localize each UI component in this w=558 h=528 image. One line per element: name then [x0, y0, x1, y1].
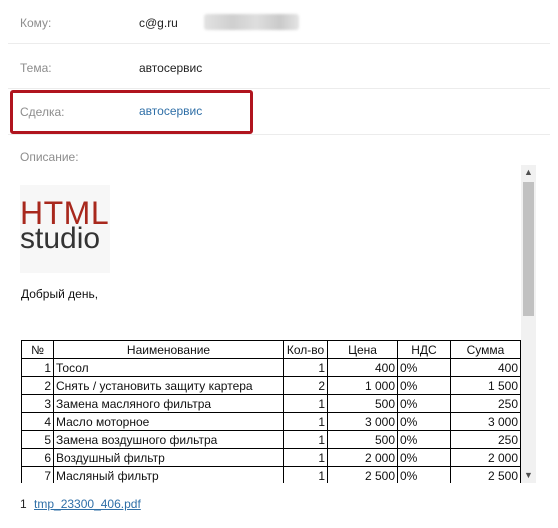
header-quantity: Кол-во	[283, 340, 328, 359]
cell-quantity: 1	[283, 358, 328, 377]
cell-name: Масляный фильтр	[53, 466, 284, 483]
cell-vat: 0%	[397, 430, 451, 449]
cell-sum: 400	[450, 358, 521, 377]
items-table: № Наименование Кол-во Цена НДС Сумма 1 Т…	[21, 340, 521, 483]
cell-number: 1	[21, 358, 54, 377]
header-name: Наименование	[53, 340, 284, 359]
header-sum: Сумма	[450, 340, 521, 359]
cell-number: 5	[21, 430, 54, 449]
cell-price: 1 000	[327, 376, 398, 395]
cell-number: 4	[21, 412, 54, 431]
deal-highlight-box	[10, 90, 253, 134]
chevron-down-icon[interactable]: ▼	[521, 468, 536, 483]
recipient-label: Кому:	[20, 16, 52, 30]
cell-number: 3	[21, 394, 54, 413]
cell-price: 500	[327, 430, 398, 449]
header-vat: НДС	[397, 340, 451, 359]
subject-value: автосервис	[139, 61, 203, 75]
cell-sum: 2 500	[450, 466, 521, 483]
cell-sum: 1 500	[450, 376, 521, 395]
cell-price: 3 000	[327, 412, 398, 431]
description-content: HTML studio Добрый день, № Наименование …	[9, 165, 522, 483]
cell-price: 2 500	[327, 466, 398, 483]
attachment-row: 1 tmp_23300_406.pdf	[20, 497, 141, 511]
cell-number: 2	[21, 376, 54, 395]
cell-vat: 0%	[397, 358, 451, 377]
table-row: 2 Снять / установить защиту картера 2 1 …	[21, 376, 521, 395]
cell-price: 2 000	[327, 448, 398, 467]
description-label: Описание:	[20, 150, 79, 164]
cell-vat: 0%	[397, 376, 451, 395]
attachment-link[interactable]: tmp_23300_406.pdf	[34, 497, 141, 511]
table-row: 4 Масло моторное 1 3 000 0% 3 000	[21, 412, 521, 431]
cell-number: 6	[21, 448, 54, 467]
recipient-row: Кому: c@g.ru	[8, 0, 550, 44]
cell-price: 500	[327, 394, 398, 413]
table-row: 7 Масляный фильтр 1 2 500 0% 2 500	[21, 466, 521, 483]
scrollbar-thumb[interactable]	[523, 182, 534, 316]
cell-quantity: 1	[283, 448, 328, 467]
greeting-text: Добрый день,	[21, 287, 99, 301]
cell-price: 400	[327, 358, 398, 377]
cell-quantity: 1	[283, 466, 328, 483]
cell-name: Замена масляного фильтра	[53, 394, 284, 413]
table-header-row: № Наименование Кол-во Цена НДС Сумма	[21, 340, 521, 359]
logo-text-studio: studio	[20, 222, 101, 255]
cell-sum: 250	[450, 430, 521, 449]
table-row: 3 Замена масляного фильтра 1 500 0% 250	[21, 394, 521, 413]
cell-quantity: 1	[283, 412, 328, 431]
cell-vat: 0%	[397, 412, 451, 431]
cell-name: Масло моторное	[53, 412, 284, 431]
cell-number: 7	[21, 466, 54, 483]
cell-sum: 3 000	[450, 412, 521, 431]
table-row: 5 Замена воздушного фильтра 1 500 0% 250	[21, 430, 521, 449]
chevron-up-icon[interactable]: ▲	[521, 165, 536, 180]
cell-vat: 0%	[397, 394, 451, 413]
cell-vat: 0%	[397, 466, 451, 483]
cell-name: Воздушный фильтр	[53, 448, 284, 467]
vertical-scrollbar[interactable]: ▲ ▼	[521, 165, 536, 483]
table-row: 6 Воздушный фильтр 1 2 000 0% 2 000	[21, 448, 521, 467]
redacted-email	[204, 14, 299, 30]
cell-name: Снять / установить защиту картера	[53, 376, 284, 395]
cell-sum: 250	[450, 394, 521, 413]
cell-quantity: 1	[283, 430, 328, 449]
cell-quantity: 2	[283, 376, 328, 395]
table-row: 1 Тосол 1 400 0% 400	[21, 358, 521, 377]
header-number: №	[21, 340, 54, 359]
cell-sum: 2 000	[450, 448, 521, 467]
description-frame[interactable]: HTML studio Добрый день, № Наименование …	[9, 165, 536, 483]
subject-row: Тема: автосервис	[8, 45, 550, 89]
cell-quantity: 1	[283, 394, 328, 413]
cell-vat: 0%	[397, 448, 451, 467]
cell-name: Замена воздушного фильтра	[53, 430, 284, 449]
header-price: Цена	[327, 340, 398, 359]
recipient-email: c@g.ru	[139, 16, 178, 30]
subject-label: Тема:	[20, 61, 52, 75]
cell-name: Тосол	[53, 358, 284, 377]
attachment-count: 1	[20, 497, 27, 511]
